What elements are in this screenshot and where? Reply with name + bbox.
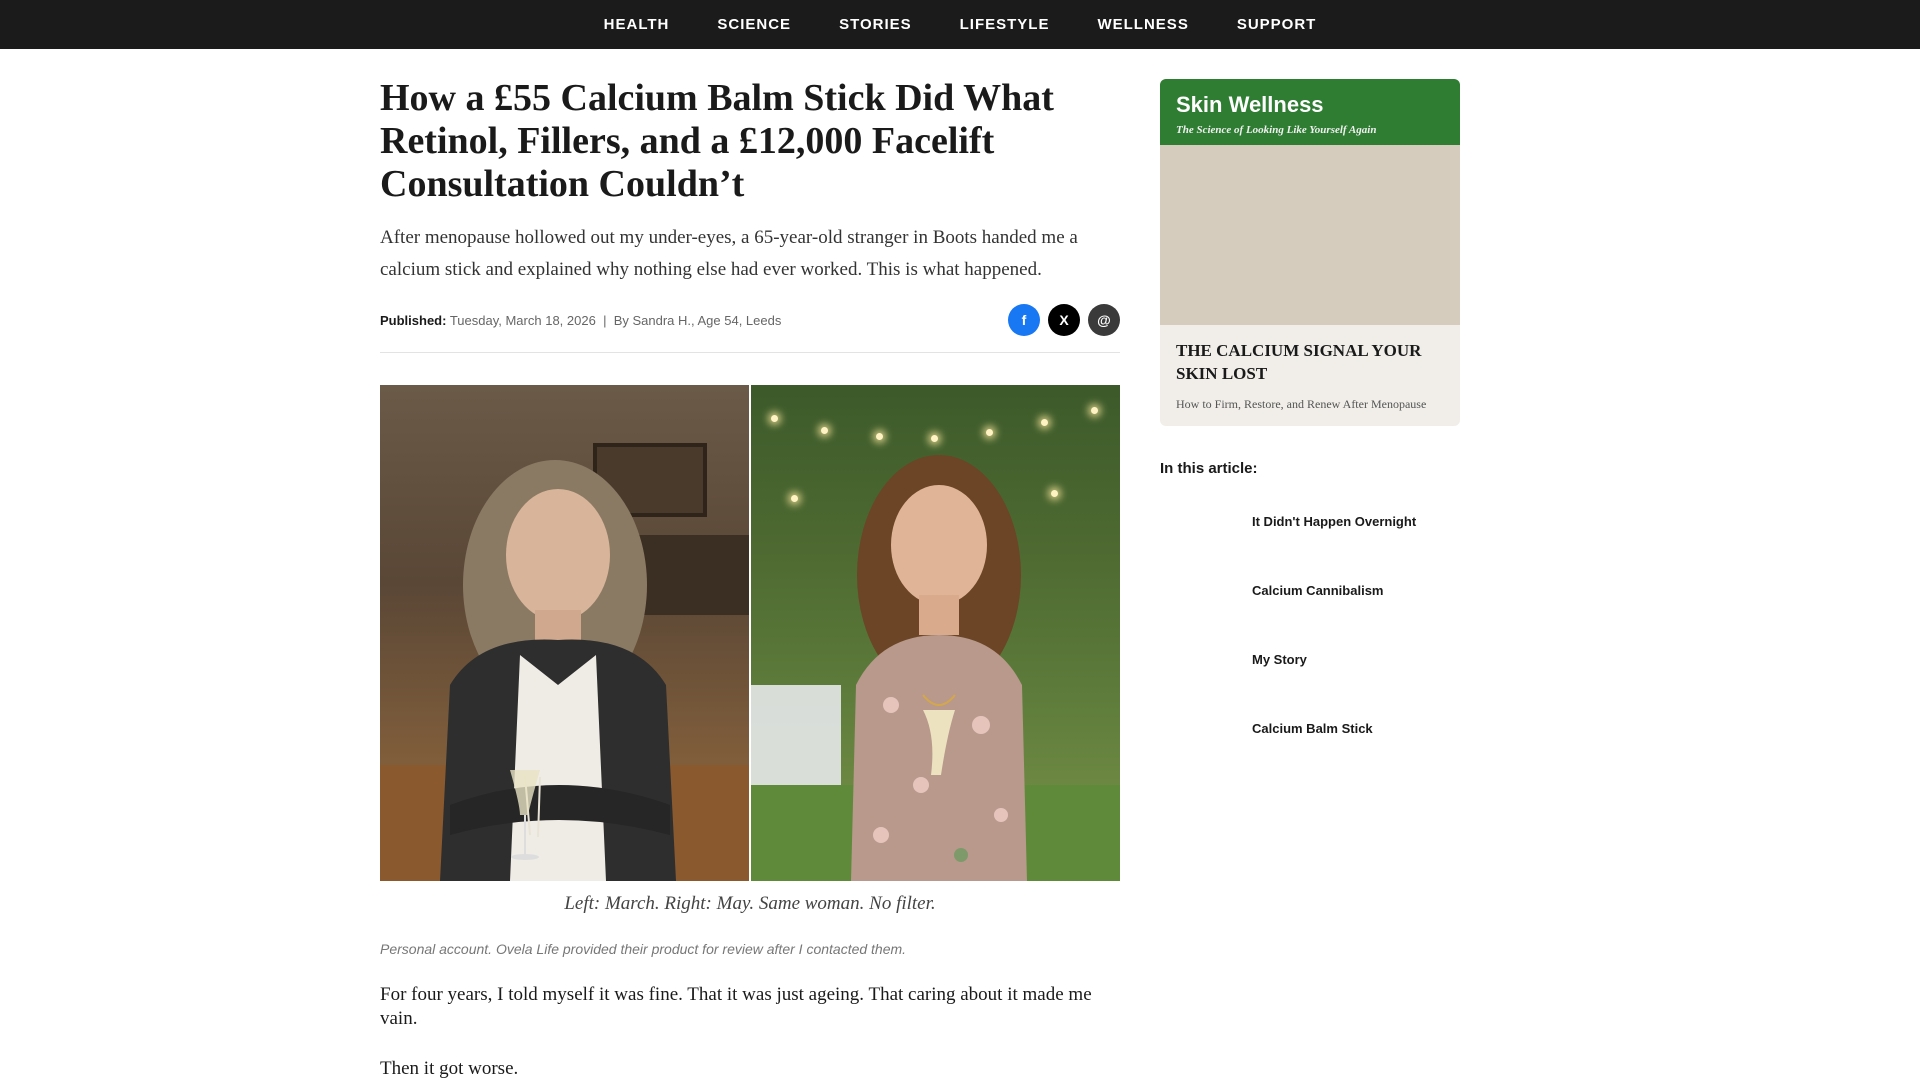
sidebar: Skin Wellness The Science of Looking Lik… bbox=[1160, 79, 1460, 763]
woman-after-illustration bbox=[751, 455, 1120, 881]
facebook-icon: f bbox=[1021, 312, 1027, 328]
promo-image bbox=[1160, 145, 1460, 325]
promo-card[interactable]: Skin Wellness The Science of Looking Lik… bbox=[1160, 79, 1460, 426]
promo-title: Skin Wellness bbox=[1176, 92, 1324, 117]
toc-item[interactable]: It Didn't Happen Overnight bbox=[1160, 487, 1460, 556]
body-paragraph: For four years, I told myself it was fin… bbox=[380, 984, 1092, 1029]
meta-separator: | bbox=[603, 312, 607, 328]
toc-item[interactable]: Calcium Balm Stick bbox=[1160, 694, 1460, 763]
woman-before-illustration bbox=[380, 443, 749, 881]
disclosure-note: Personal account. Ovela Life provided th… bbox=[380, 941, 907, 957]
promo-body: THE CALCIUM SIGNAL YOUR SKIN LOST How to… bbox=[1160, 325, 1460, 426]
nav-lifestyle[interactable]: LIFESTYLE bbox=[960, 16, 1050, 33]
article-headline: How a £55 Calcium Balm Stick Did What Re… bbox=[380, 77, 1054, 205]
published-label: Published: bbox=[380, 312, 447, 328]
before-photo bbox=[380, 385, 749, 881]
toc-item[interactable]: My Story bbox=[1160, 625, 1460, 694]
promo-subtitle: How to Firm, Restore, and Renew After Me… bbox=[1176, 397, 1427, 411]
after-photo bbox=[751, 385, 1120, 881]
toc-title: In this article: bbox=[1160, 460, 1258, 477]
toc-item[interactable]: Calcium Cannibalism bbox=[1160, 556, 1460, 625]
toc-thumbnail bbox=[1160, 640, 1240, 680]
nav-wellness[interactable]: WELLNESS bbox=[1097, 16, 1188, 33]
page-wrapper: How a £55 Calcium Balm Stick Did What Re… bbox=[0, 49, 1920, 1080]
nav-stories[interactable]: STORIES bbox=[839, 16, 912, 33]
toc-thumbnail bbox=[1160, 502, 1240, 542]
nav-science[interactable]: SCIENCE bbox=[717, 16, 791, 33]
share-buttons: f X @ bbox=[1008, 304, 1120, 336]
nav-support[interactable]: SUPPORT bbox=[1237, 16, 1317, 33]
table-of-contents: It Didn't Happen Overnight Calcium Canni… bbox=[1160, 487, 1460, 763]
toc-label: Calcium Balm Stick bbox=[1252, 721, 1373, 736]
article: How a £55 Calcium Balm Stick Did What Re… bbox=[380, 49, 1120, 1081]
toc-label: My Story bbox=[1252, 652, 1307, 667]
body-paragraph: Then it got worse. bbox=[380, 1058, 519, 1079]
nav-health[interactable]: HEALTH bbox=[604, 16, 670, 33]
before-after-photo bbox=[380, 385, 1120, 881]
top-navigation: HEALTH SCIENCE STORIES LIFESTYLE WELLNES… bbox=[0, 0, 1920, 49]
byline: By Sandra H., Age 54, Leeds bbox=[613, 312, 782, 328]
toc-label: Calcium Cannibalism bbox=[1252, 583, 1384, 598]
article-meta-row: Published: Tuesday, March 18, 2026 | By … bbox=[380, 304, 1120, 353]
published-date: Tuesday, March 18, 2026 bbox=[449, 312, 596, 328]
toc-thumbnail bbox=[1160, 571, 1240, 611]
photo-caption: Left: March. Right: May. Same woman. No … bbox=[564, 893, 936, 914]
article-meta: Published: Tuesday, March 18, 2026 | By … bbox=[380, 313, 781, 328]
x-share-button[interactable]: X bbox=[1048, 304, 1080, 336]
promo-headline[interactable]: THE CALCIUM SIGNAL YOUR SKIN LOST bbox=[1176, 339, 1444, 385]
toc-label: It Didn't Happen Overnight bbox=[1252, 514, 1417, 529]
email-share-button[interactable]: @ bbox=[1088, 304, 1120, 336]
article-dek: After menopause hollowed out my under-ey… bbox=[380, 227, 1078, 280]
toc-thumbnail bbox=[1160, 709, 1240, 749]
promo-tagline: The Science of Looking Like Yourself Aga… bbox=[1176, 124, 1377, 136]
email-icon: @ bbox=[1097, 312, 1111, 328]
promo-header: Skin Wellness The Science of Looking Lik… bbox=[1160, 79, 1460, 145]
facebook-share-button[interactable]: f bbox=[1008, 304, 1040, 336]
x-icon: X bbox=[1059, 312, 1069, 328]
